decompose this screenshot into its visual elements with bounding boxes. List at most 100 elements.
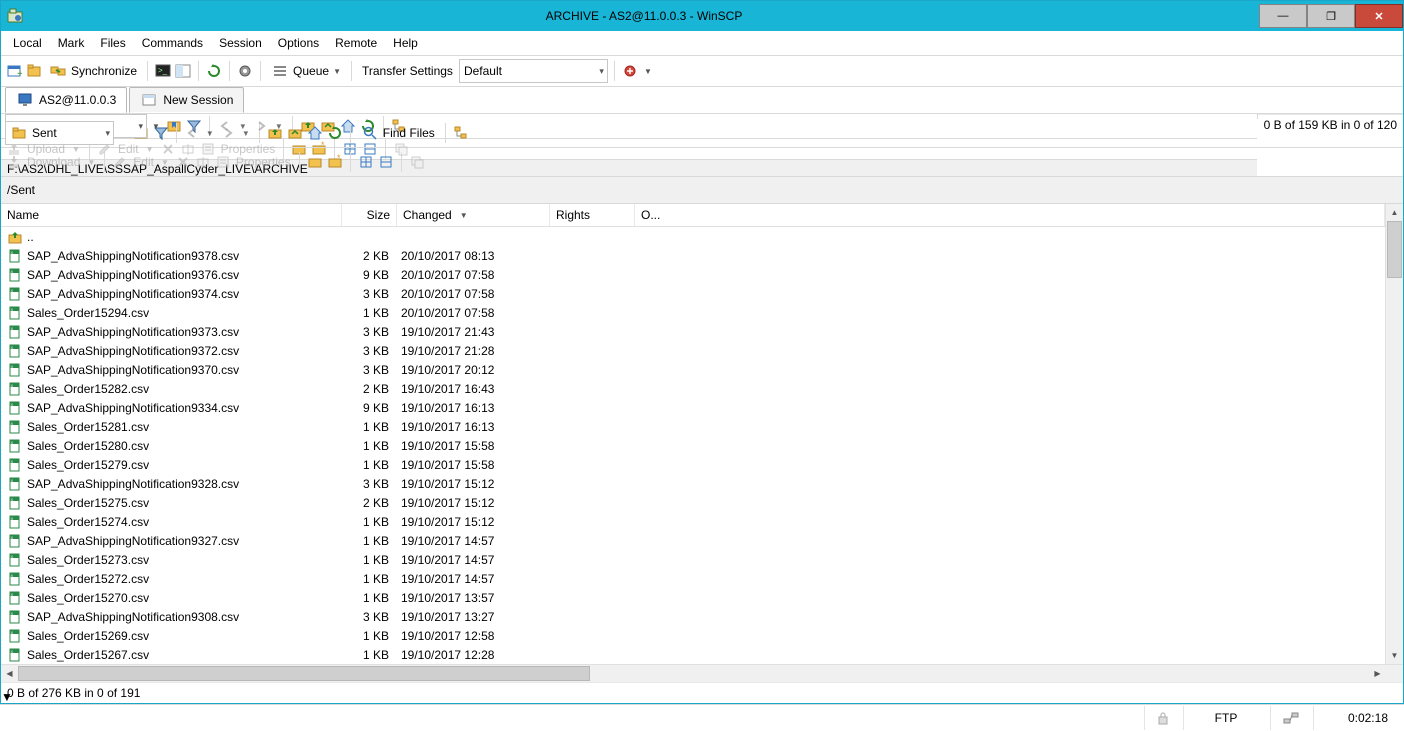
- open-folder-icon[interactable]: [306, 153, 324, 171]
- remote-hscrollbar[interactable]: ◀ ▶: [1, 664, 1403, 682]
- col-name[interactable]: Name: [1, 204, 342, 226]
- refresh-icon[interactable]: [205, 62, 223, 80]
- console-icon[interactable]: >_: [154, 62, 172, 80]
- menu-remote[interactable]: Remote: [327, 33, 385, 53]
- connection-icon[interactable]: [1270, 706, 1311, 730]
- file-row[interactable]: XSales_Order15274.csv1 KB19/10/2017 15:1…: [1, 512, 1385, 531]
- col-rights[interactable]: Rights: [550, 204, 635, 226]
- file-row[interactable]: XSales_Order15280.csv1 KB19/10/2017 15:5…: [1, 436, 1385, 455]
- session-tab-active[interactable]: AS2@11.0.0.3: [5, 87, 127, 113]
- forward-icon[interactable]: [219, 124, 237, 142]
- tree-icon[interactable]: [452, 124, 470, 142]
- delete-icon[interactable]: [174, 153, 192, 171]
- file-row[interactable]: XSAP_AdvaShippingNotification9376.csv9 K…: [1, 265, 1385, 284]
- transfer-options-icon[interactable]: [621, 62, 639, 80]
- dropdown-icon[interactable]: ▼: [158, 155, 172, 170]
- remote-folder-select[interactable]: Sent: [5, 121, 114, 145]
- titlebar[interactable]: ARCHIVE - AS2@11.0.0.3 - WinSCP — ❐ ✕: [1, 1, 1403, 31]
- menu-local[interactable]: Local: [5, 33, 50, 53]
- forward-icon[interactable]: [252, 117, 270, 135]
- scroll-up-icon[interactable]: ▲: [1386, 204, 1403, 221]
- remote-vscrollbar[interactable]: ▲ ▼: [1385, 204, 1403, 664]
- rename-icon[interactable]: [194, 153, 212, 171]
- file-row[interactable]: XSAP_AdvaShippingNotification9373.csv3 K…: [1, 322, 1385, 341]
- toggle-panel-icon[interactable]: [174, 62, 192, 80]
- session-tabs: AS2@11.0.0.3 New Session: [1, 87, 1403, 114]
- file-row[interactable]: XSAP_AdvaShippingNotification9372.csv3 K…: [1, 341, 1385, 360]
- file-row[interactable]: XSAP_AdvaShippingNotification9328.csv3 K…: [1, 474, 1385, 493]
- col-owner[interactable]: O...: [635, 204, 1385, 226]
- file-name: SAP_AdvaShippingNotification9327.csv: [27, 534, 239, 548]
- file-size: 9 KB: [341, 401, 395, 415]
- sites-icon[interactable]: [25, 62, 43, 80]
- file-row[interactable]: XSales_Order15270.csv1 KB19/10/2017 13:5…: [1, 588, 1385, 607]
- menu-options[interactable]: Options: [270, 33, 327, 53]
- divider: [350, 123, 351, 143]
- download-icon[interactable]: [5, 153, 23, 171]
- file-changed: 20/10/2017 07:58: [395, 306, 547, 320]
- file-row[interactable]: XSAP_AdvaShippingNotification9378.csv2 K…: [1, 246, 1385, 265]
- new-session-tab[interactable]: New Session: [129, 87, 244, 113]
- minimize-button[interactable]: —: [1259, 4, 1307, 28]
- svg-text:X: X: [11, 345, 14, 350]
- file-row[interactable]: XSales_Order15279.csv1 KB19/10/2017 15:5…: [1, 455, 1385, 474]
- monitor-icon: [16, 91, 34, 109]
- file-row[interactable]: XSales_Order15269.csv1 KB19/10/2017 12:5…: [1, 626, 1385, 645]
- dropdown-icon: ▼: [333, 67, 341, 76]
- back-icon[interactable]: [183, 124, 201, 142]
- file-row[interactable]: XSAP_AdvaShippingNotification9374.csv3 K…: [1, 284, 1385, 303]
- dropdown-icon[interactable]: ▼: [272, 119, 286, 134]
- divider: [299, 152, 300, 172]
- col-changed[interactable]: Changed▼: [397, 204, 550, 226]
- col-size[interactable]: Size: [342, 204, 397, 226]
- file-size: 2 KB: [341, 382, 395, 396]
- divider: [445, 123, 446, 143]
- refresh-icon[interactable]: [326, 124, 344, 142]
- dropdown-icon[interactable]: ▼: [84, 155, 98, 170]
- file-row[interactable]: XSAP_AdvaShippingNotification9370.csv3 K…: [1, 360, 1385, 379]
- copy-icon[interactable]: [408, 153, 426, 171]
- home-icon[interactable]: [306, 124, 324, 142]
- parent-dir-row[interactable]: ..: [1, 227, 1385, 246]
- root-folder-icon[interactable]: [286, 124, 304, 142]
- file-row[interactable]: XSales_Order15282.csv2 KB19/10/2017 16:4…: [1, 379, 1385, 398]
- file-row[interactable]: XSales_Order15294.csv1 KB20/10/2017 07:5…: [1, 303, 1385, 322]
- properties-icon[interactable]: [214, 153, 232, 171]
- scroll-thumb[interactable]: [1387, 221, 1402, 278]
- file-row[interactable]: XSales_Order15272.csv1 KB19/10/2017 14:5…: [1, 569, 1385, 588]
- maximize-button[interactable]: ❐: [1307, 4, 1355, 28]
- remote-path[interactable]: /Sent: [1, 177, 1403, 204]
- scroll-down-icon[interactable]: ▼: [1386, 647, 1403, 664]
- menu-commands[interactable]: Commands: [134, 33, 211, 53]
- new-folder-icon[interactable]: *: [326, 153, 344, 171]
- menu-mark[interactable]: Mark: [50, 33, 93, 53]
- scroll-left-icon[interactable]: ◀: [1, 669, 18, 678]
- settings-icon[interactable]: [236, 62, 254, 80]
- scroll-thumb[interactable]: [18, 666, 590, 681]
- file-size: 3 KB: [341, 325, 395, 339]
- menu-help[interactable]: Help: [385, 33, 426, 53]
- transfer-settings-select[interactable]: Default: [459, 59, 608, 83]
- new-session-icon[interactable]: +: [5, 62, 23, 80]
- file-row[interactable]: XSales_Order15267.csv1 KB19/10/2017 12:2…: [1, 645, 1385, 664]
- file-row[interactable]: XSales_Order15275.csv2 KB19/10/2017 15:1…: [1, 493, 1385, 512]
- select-all-icon[interactable]: [357, 153, 375, 171]
- dropdown-icon[interactable]: ▼: [203, 126, 217, 141]
- menu-session[interactable]: Session: [211, 33, 270, 53]
- protocol-label: FTP: [1183, 706, 1268, 730]
- dropdown-icon[interactable]: ▼: [641, 67, 655, 76]
- scroll-right-icon[interactable]: ▶: [1369, 669, 1386, 678]
- file-row[interactable]: XSales_Order15273.csv1 KB19/10/2017 14:5…: [1, 550, 1385, 569]
- file-row[interactable]: XSAP_AdvaShippingNotification9327.csv1 K…: [1, 531, 1385, 550]
- close-button[interactable]: ✕: [1355, 4, 1403, 28]
- file-row[interactable]: XSAP_AdvaShippingNotification9334.csv9 K…: [1, 398, 1385, 417]
- file-size: 9 KB: [341, 268, 395, 282]
- remote-actionbar: Download ▼ Edit ▼ Properties *: [1, 148, 1403, 177]
- edit-icon[interactable]: [111, 153, 129, 171]
- synchronize-button[interactable]: Synchronize: [45, 60, 141, 82]
- file-row[interactable]: XSAP_AdvaShippingNotification9308.csv3 K…: [1, 607, 1385, 626]
- menu-files[interactable]: Files: [92, 33, 133, 53]
- dropdown-icon[interactable]: ▼: [239, 126, 253, 141]
- queue-button[interactable]: Queue ▼: [267, 60, 345, 82]
- file-row[interactable]: XSales_Order15281.csv1 KB19/10/2017 16:1…: [1, 417, 1385, 436]
